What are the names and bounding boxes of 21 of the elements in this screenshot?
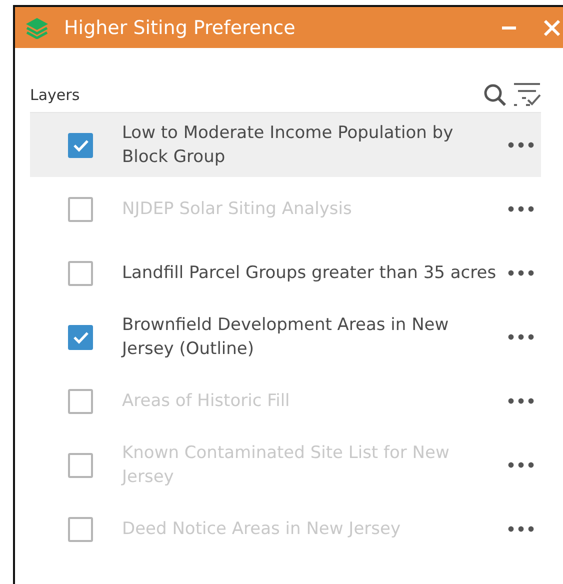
layer-row[interactable]: Low to Moderate Income Population by Block Group <box>30 113 541 177</box>
layer-row[interactable]: Landfill Parcel Groups greater than 35 acres <box>30 241 541 305</box>
layers-icon <box>25 16 49 38</box>
close-icon <box>542 18 562 38</box>
more-options-button[interactable] <box>508 334 534 340</box>
minimize-icon <box>502 26 516 30</box>
check-icon <box>72 330 88 344</box>
window-title: Higher Siting Preference <box>64 16 296 38</box>
more-options-button[interactable] <box>508 142 534 148</box>
layer-name: Landfill Parcel Groups greater than 35 acres <box>122 262 498 285</box>
layer-name: Brownfield Development Areas in New Jersey (Outline) <box>122 314 450 361</box>
check-icon <box>72 138 88 152</box>
layers-label: Layers <box>30 86 81 104</box>
layer-row[interactable]: Brownfield Development Areas in New Jersey (Outline) <box>30 305 541 369</box>
layer-checkbox[interactable] <box>68 260 93 286</box>
layer-checkbox[interactable] <box>68 324 93 350</box>
search-button[interactable] <box>483 83 507 107</box>
more-options-button[interactable] <box>508 270 534 276</box>
filter-list-button[interactable] <box>513 82 541 108</box>
layer-name: Low to Moderate Income Population by Block Group <box>122 122 454 169</box>
layer-checkbox[interactable] <box>68 132 93 158</box>
